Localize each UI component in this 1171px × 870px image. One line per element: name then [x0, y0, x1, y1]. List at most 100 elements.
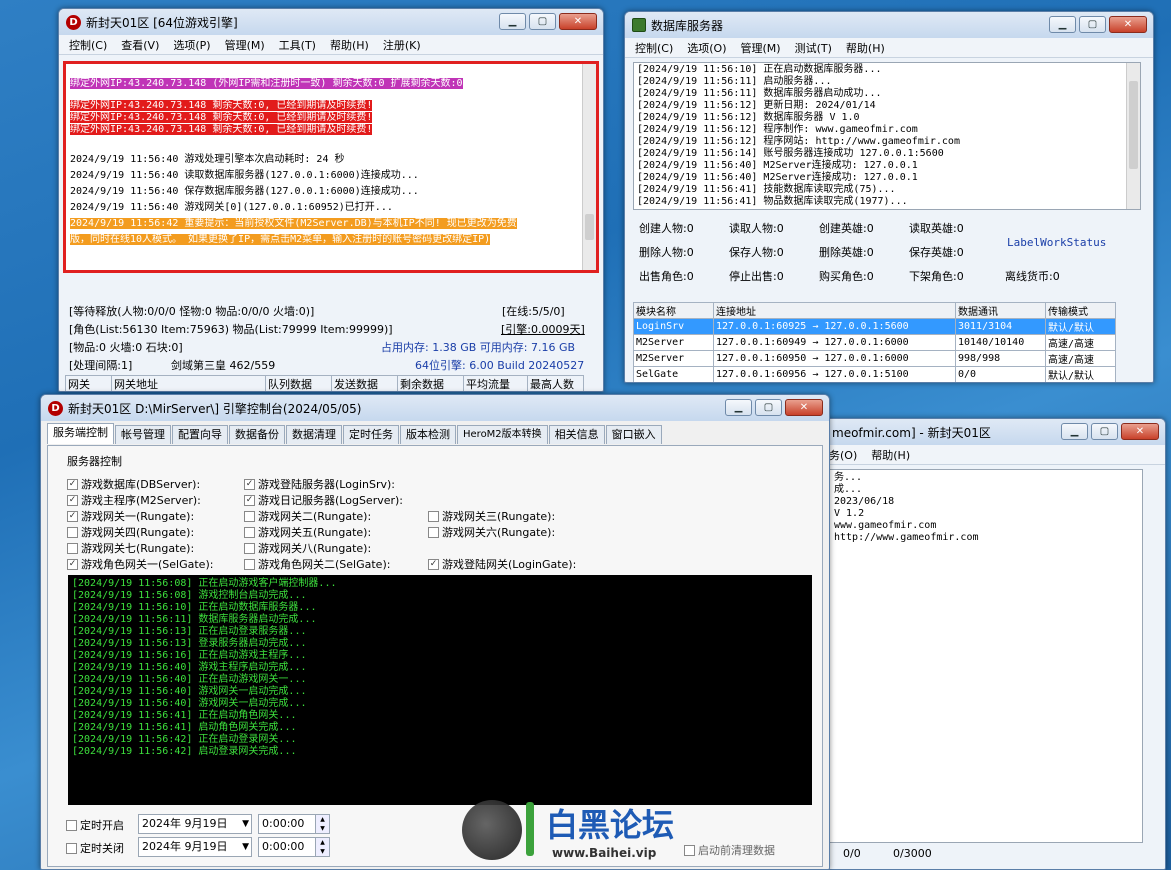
col-avg[interactable]: 平均流量: [463, 375, 528, 391]
chevron-down-icon[interactable]: ▼: [242, 838, 249, 856]
menu-tools[interactable]: 工具(T): [279, 37, 316, 53]
login-log[interactable]: 务... 成... 2023/06/18 V 1.2 www.gameofmir…: [805, 469, 1143, 843]
engine-log[interactable]: 绑定外网IP:43.240.73.148 (外网IP需和注册时一致) 剩余天数:…: [63, 61, 599, 273]
checkbox[interactable]: [428, 526, 439, 538]
minimize-button[interactable]: ▁: [725, 399, 752, 416]
chk-timer-close[interactable]: 定时关闭: [66, 840, 124, 856]
minimize-button[interactable]: ▁: [499, 13, 526, 30]
checkbox[interactable]: ✓: [67, 494, 78, 506]
col-address[interactable]: 连接地址: [713, 302, 956, 319]
maximize-button[interactable]: ▢: [1091, 423, 1118, 440]
col-mode[interactable]: 传输模式: [1045, 302, 1116, 319]
chk-rungate-4[interactable]: 游戏网关四(Rungate):: [67, 524, 194, 540]
chk-rungate-5[interactable]: 游戏网关五(Rungate):: [244, 524, 371, 540]
checkbox[interactable]: [244, 526, 255, 538]
tab-version-check[interactable]: 版本检测: [400, 425, 456, 444]
checkbox[interactable]: [244, 510, 255, 522]
timer-open-date[interactable]: 2024年 9月19日 ▼: [138, 814, 252, 834]
spin-icon[interactable]: ▲ ▼: [315, 838, 329, 856]
close-button[interactable]: ✕: [1121, 423, 1159, 440]
tab-cleanup[interactable]: 数据清理: [286, 425, 342, 444]
checkbox[interactable]: ✓: [67, 478, 78, 490]
checkbox[interactable]: ✓: [67, 558, 78, 570]
col-queue[interactable]: 队列数据: [265, 375, 332, 391]
checkbox[interactable]: [244, 558, 255, 570]
checkbox[interactable]: ✓: [67, 510, 78, 522]
checkbox[interactable]: [67, 542, 78, 554]
log-scrollbar[interactable]: [1126, 63, 1140, 209]
close-button[interactable]: ✕: [785, 399, 823, 416]
menu-control[interactable]: 控制(C): [635, 40, 673, 56]
minimize-button[interactable]: ▁: [1049, 16, 1076, 33]
menu-options[interactable]: 选项(O): [687, 40, 726, 56]
checkbox[interactable]: [244, 542, 255, 554]
tab-server-control[interactable]: 服务端控制: [47, 423, 114, 444]
gate-table[interactable]: 网关 网关地址 队列数据 发送数据 剩余数据 平均流量 最高人数: [65, 375, 584, 391]
timer-close-time[interactable]: 0:00:00 ▲ ▼: [258, 837, 330, 857]
col-module[interactable]: 模块名称: [633, 302, 714, 319]
table-row[interactable]: M2Server 127.0.0.1:60950 → 127.0.0.1:6000…: [633, 350, 1116, 367]
tab-herom2-convert[interactable]: HeroM2版本转换: [457, 425, 548, 444]
chk-selgate-1[interactable]: ✓ 游戏角色网关一(SelGate):: [67, 556, 213, 572]
spin-icon[interactable]: ▲ ▼: [315, 815, 329, 833]
chk-rungate-2[interactable]: 游戏网关二(Rungate):: [244, 508, 371, 524]
maximize-button[interactable]: ▢: [755, 399, 782, 416]
table-row[interactable]: SelGate 127.0.0.1:60956 → 127.0.0.1:5100 0…: [633, 366, 1116, 382]
log-scrollbar[interactable]: [582, 64, 596, 270]
chk-selgate-2[interactable]: 游戏角色网关二(SelGate):: [244, 556, 390, 572]
col-traffic[interactable]: 数据通讯: [955, 302, 1046, 319]
close-button[interactable]: ✕: [1109, 16, 1147, 33]
tab-embed[interactable]: 窗口嵌入: [605, 425, 662, 444]
checkbox[interactable]: [67, 526, 78, 538]
col-gate[interactable]: 网关: [65, 375, 112, 391]
chk-m2server[interactable]: ✓ 游戏主程序(M2Server):: [67, 492, 201, 508]
console-log[interactable]: [2024/9/19 11:56:08] 正在启动游戏客户端控制器... [20…: [68, 575, 812, 805]
menu-help[interactable]: 帮助(H): [330, 37, 369, 53]
engine-days-link[interactable]: [引擎:0.0009天]: [501, 321, 585, 337]
engine-titlebar[interactable]: D 新封天01区 [64位游戏引擎] ▁ ▢ ✕: [59, 9, 603, 35]
chk-logserver[interactable]: ✓ 游戏日记服务器(LogServer):: [244, 492, 403, 508]
col-sent[interactable]: 发送数据: [331, 375, 398, 391]
timer-close-date[interactable]: 2024年 9月19日 ▼: [138, 837, 252, 857]
menu-help[interactable]: 帮助(H): [846, 40, 885, 56]
chevron-down-icon[interactable]: ▼: [242, 815, 249, 833]
table-row[interactable]: LoginSrv 127.0.0.1:60925 → 127.0.0.1:5600…: [633, 318, 1116, 335]
checkbox[interactable]: [66, 819, 77, 831]
minimize-button[interactable]: ▁: [1061, 423, 1088, 440]
console-titlebar[interactable]: D 新封天01区 D:\MirServer\] 引擎控制台(2024/05/05…: [41, 395, 829, 421]
menu-control[interactable]: 控制(C): [69, 37, 107, 53]
chk-timer-open[interactable]: 定时开启: [66, 817, 124, 833]
menu-manage[interactable]: 管理(M): [225, 37, 265, 53]
db-log[interactable]: [2024/9/19 11:56:10] 正在启动数据库服务器... [2024…: [633, 62, 1141, 210]
close-button[interactable]: ✕: [559, 13, 597, 30]
chk-logingate[interactable]: ✓ 游戏登陆网关(LoginGate):: [428, 556, 576, 572]
chk-rungate-7[interactable]: 游戏网关七(Rungate):: [67, 540, 194, 556]
checkbox[interactable]: ✓: [428, 558, 439, 570]
menu-test[interactable]: 测试(T): [795, 40, 832, 56]
table-row[interactable]: M2Server 127.0.0.1:60949 → 127.0.0.1:6000…: [633, 334, 1116, 351]
login-titlebar[interactable]: meofmir.com] - 新封天01区 ▁ ▢ ✕: [801, 419, 1165, 445]
menu-view[interactable]: 查看(V): [121, 37, 159, 53]
chk-rungate-3[interactable]: 游戏网关三(Rungate):: [428, 508, 555, 524]
col-max[interactable]: 最高人数: [527, 375, 584, 391]
tab-backup[interactable]: 数据备份: [229, 425, 285, 444]
checkbox[interactable]: ✓: [244, 494, 255, 506]
db-titlebar[interactable]: 数据库服务器 ▁ ▢ ✕: [625, 12, 1153, 38]
col-gate-addr[interactable]: 网关地址: [111, 375, 266, 391]
chk-loginsrv[interactable]: ✓ 游戏登陆服务器(LoginSrv):: [244, 476, 395, 492]
tab-account[interactable]: 帐号管理: [115, 425, 171, 444]
col-remain[interactable]: 剩余数据: [397, 375, 464, 391]
maximize-button[interactable]: ▢: [1079, 16, 1106, 33]
menu-options[interactable]: 选项(P): [173, 37, 210, 53]
menu-manage[interactable]: 管理(M): [741, 40, 781, 56]
module-table[interactable]: 模块名称 连接地址 数据通讯 传输模式 LoginSrv 127.0.0.1:60…: [633, 302, 1116, 382]
checkbox[interactable]: [428, 510, 439, 522]
menu-help[interactable]: 帮助(H): [871, 447, 910, 463]
chk-rungate-1[interactable]: ✓ 游戏网关一(Rungate):: [67, 508, 194, 524]
maximize-button[interactable]: ▢: [529, 13, 556, 30]
tab-wizard[interactable]: 配置向导: [172, 425, 228, 444]
tab-info[interactable]: 相关信息: [548, 425, 605, 444]
checkbox[interactable]: [66, 842, 77, 854]
chk-rungate-6[interactable]: 游戏网关六(Rungate):: [428, 524, 555, 540]
menu-service[interactable]: 务(O): [829, 447, 857, 463]
